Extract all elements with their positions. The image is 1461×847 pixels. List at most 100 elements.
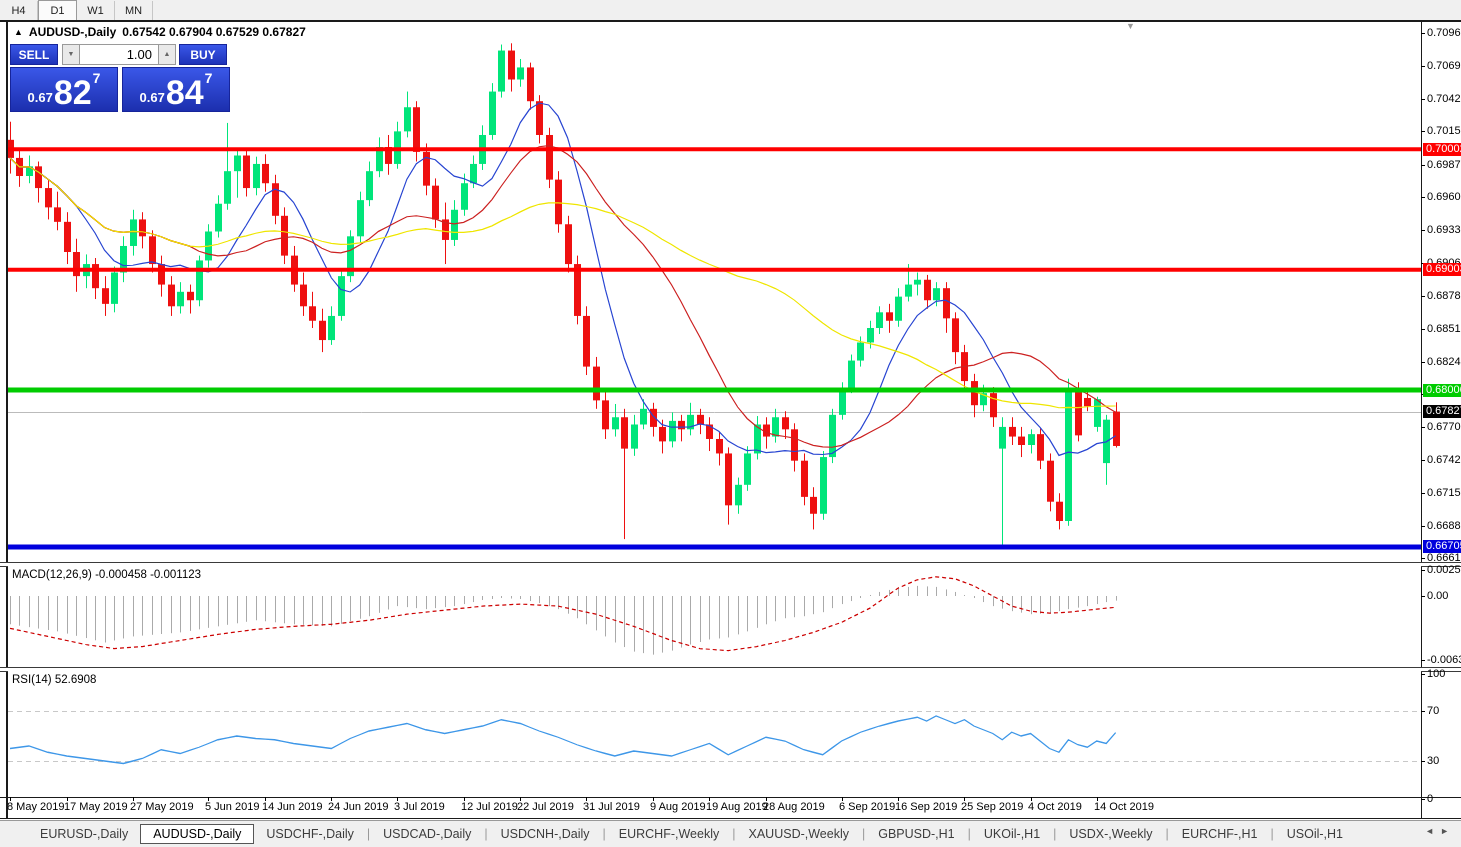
timeframe-button-d1[interactable]: D1 (38, 0, 77, 21)
price-tick-mark (1421, 131, 1425, 132)
date-tick-label: 22 Jul 2019 (517, 801, 574, 813)
sell-price-prefix: 0.67 (27, 90, 53, 105)
price-tick-label: -0.006326 (1427, 654, 1461, 666)
price-tick-label: 0.69605 (1427, 191, 1461, 203)
price-tick-mark (1421, 711, 1425, 712)
chart-tab-eurchf-h1[interactable]: EURCHF-,H1 (1170, 824, 1270, 844)
chart-tab-eurchf-weekly[interactable]: EURCHF-,Weekly (607, 824, 731, 844)
chart-tab-usdchf-daily[interactable]: USDCHF-,Daily (254, 824, 366, 844)
chart-tab-gbpusd-h1[interactable]: GBPUSD-,H1 (866, 824, 966, 844)
tab-scroll-right-icon[interactable]: ► (1440, 826, 1455, 836)
sell-price-button[interactable]: 0.67 82 7 (10, 67, 118, 112)
timeframe-button-h4[interactable]: H4 (0, 0, 38, 20)
volume-increase-button[interactable]: ▲ (158, 44, 176, 65)
volume-input[interactable]: 1.00 (80, 44, 158, 65)
date-tick-label: 9 Aug 2019 (650, 801, 706, 813)
macd-label: MACD(12,26,9) -0.000458 -0.001123 (12, 569, 202, 581)
buy-button[interactable]: BUY (179, 44, 227, 65)
level-price-label: 0.68006 (1423, 384, 1461, 397)
price-tick-mark (1421, 66, 1425, 67)
buy-price-sup: 7 (204, 70, 213, 86)
date-tick-label: 31 Jul 2019 (583, 801, 640, 813)
one-click-trading-panel: SELL ▼ 1.00 ▲ BUY 0.67 82 7 0.67 84 7 (10, 44, 230, 112)
date-tick-label: 19 Aug 2019 (706, 801, 768, 813)
tab-separator: | (1053, 827, 1057, 841)
tab-scroll-left-icon[interactable]: ◄ (1425, 826, 1440, 836)
buy-price-big: 84 (165, 74, 204, 112)
date-tick-label: 24 Jun 2019 (328, 801, 389, 813)
price-tick-mark (1421, 296, 1425, 297)
chart-tab-usdcnh-daily[interactable]: USDCNH-,Daily (489, 824, 602, 844)
tab-separator: | (967, 827, 971, 841)
chart-tab-ukoil-h1[interactable]: UKOil-,H1 (972, 824, 1052, 844)
price-tick-label: 0.68240 (1427, 356, 1461, 368)
tab-separator: | (861, 827, 866, 841)
rsi-indicator-chart[interactable] (8, 671, 1421, 797)
price-tick-mark (1421, 165, 1425, 166)
date-tick-label: 5 Jun 2019 (205, 801, 260, 813)
price-axis-separator (1421, 22, 1422, 818)
price-tick-mark (1421, 493, 1425, 494)
price-tick-label: 0.70420 (1427, 93, 1461, 105)
price-tick-label: 0.68515 (1427, 323, 1461, 335)
date-tick-label: 25 Sep 2019 (961, 801, 1024, 813)
level-price-label: 0.69003 (1423, 263, 1461, 276)
buy-price-prefix: 0.67 (139, 90, 165, 105)
tab-separator: | (602, 827, 606, 841)
price-tick-label: 0 (1427, 793, 1434, 805)
price-tick-label: 0.66610 (1427, 552, 1461, 564)
timeframe-button-w1[interactable]: W1 (77, 0, 115, 20)
chart-shift-marker-icon[interactable]: ▼ (1126, 21, 1135, 31)
collapse-panel-icon[interactable]: ▲ (14, 27, 23, 37)
price-tick-mark (1421, 761, 1425, 762)
price-tick-label: 100 (1427, 668, 1446, 680)
sell-button[interactable]: SELL (10, 44, 58, 65)
date-tick-label: 12 Jul 2019 (461, 801, 518, 813)
price-tick-mark (1421, 197, 1425, 198)
level-price-label: 0.66705 (1423, 540, 1461, 553)
rsi-label: RSI(14) 52.6908 (12, 674, 97, 686)
chart-tab-usdcad-daily[interactable]: USDCAD-,Daily (371, 824, 483, 844)
price-tick-label: 0.70695 (1427, 60, 1461, 72)
buy-price-button[interactable]: 0.67 84 7 (122, 67, 230, 112)
date-tick-label: 8 May 2019 (7, 801, 65, 813)
level-price-label: 0.70002 (1423, 143, 1461, 156)
price-tick-mark (1421, 99, 1425, 100)
tab-separator: | (1165, 827, 1169, 841)
price-tick-mark (1421, 33, 1425, 34)
date-axis-border (0, 797, 1461, 798)
price-tick-label: 0.69330 (1427, 224, 1461, 236)
tab-separator: | (484, 827, 488, 841)
chart-tab-xauusd-weekly[interactable]: XAUUSD-,Weekly (737, 824, 861, 844)
timeframe-button-mn[interactable]: MN (115, 0, 153, 20)
chart-header: ▲ AUDUSD-,Daily 0.67542 0.67904 0.67529 … (14, 25, 306, 39)
price-tick-mark (1421, 558, 1425, 559)
ohlc-quote: 0.67542 0.67904 0.67529 0.67827 (122, 25, 306, 39)
volume-decrease-button[interactable]: ▼ (62, 44, 80, 65)
date-tick-label: 17 May 2019 (64, 801, 128, 813)
price-tick-mark (1421, 460, 1425, 461)
date-tick-label: 3 Jul 2019 (394, 801, 445, 813)
chart-tab-usdx-weekly[interactable]: USDX-,Weekly (1057, 824, 1164, 844)
tab-separator: | (1270, 827, 1274, 841)
price-tick-label: 0.67155 (1427, 487, 1461, 499)
current-price-label: 0.67827 (1423, 405, 1461, 418)
chart-tab-eurusd-daily[interactable]: EURUSD-,Daily (28, 824, 140, 844)
price-tick-label: 0.68785 (1427, 290, 1461, 302)
chart-tab-usoil-h1[interactable]: USOil-,H1 (1275, 824, 1355, 844)
sell-price-big: 82 (53, 74, 92, 112)
symbol-title: AUDUSD-,Daily (28, 25, 117, 39)
price-tick-mark (1421, 570, 1425, 571)
price-tick-label: 0.69875 (1427, 159, 1461, 171)
price-tick-label: 0.67700 (1427, 421, 1461, 433)
price-tick-mark (1421, 674, 1425, 675)
price-tick-mark (1421, 329, 1425, 330)
price-tick-mark (1421, 596, 1425, 597)
price-tick-label: 0.66880 (1427, 520, 1461, 532)
chart-tab-audusd-daily[interactable]: AUDUSD-,Daily (140, 824, 255, 844)
tab-scroll-arrows[interactable]: ◄► (1425, 826, 1455, 836)
price-tick-label: 0.002574 (1427, 564, 1461, 576)
date-tick-label: 4 Oct 2019 (1028, 801, 1082, 813)
date-tick-label: 14 Jun 2019 (262, 801, 323, 813)
macd-indicator-chart[interactable] (8, 566, 1421, 667)
